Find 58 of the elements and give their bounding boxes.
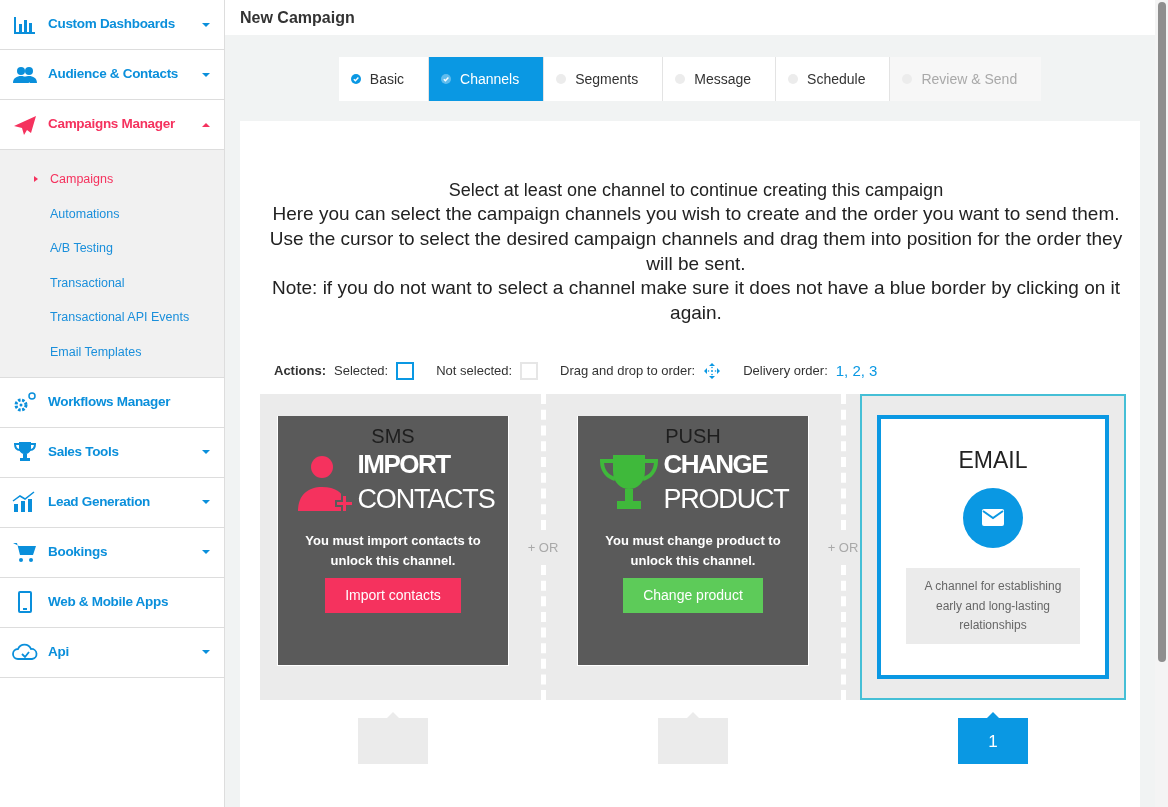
sidebar-item[interactable]: Bookings (0, 527, 224, 578)
pointer-icon (34, 176, 38, 183)
intro-text: Select at least one channel to continue creating this campaign (448, 179, 944, 202)
legend-text: Delivery order: (743, 362, 828, 381)
separator-text: + OR (527, 538, 559, 557)
channel-title: SMS (371, 426, 415, 447)
lock-message: You must change product to unlock this channel. (604, 532, 782, 571)
intro-text: Use the cursor to select the desired campaign channels and drag them into position for the order they will be sent. (268, 227, 1124, 276)
cart-icon (12, 541, 38, 564)
step-tab[interactable]: Basic (338, 57, 429, 101)
legend-label: Actions: (274, 362, 326, 381)
unlock-button[interactable]: Change product (623, 577, 763, 613)
unselected-square-icon (520, 362, 539, 381)
submenu-item[interactable]: Automations (0, 196, 224, 232)
sidebar-item[interactable]: Audience & Contacts (0, 50, 224, 100)
step-tab[interactable]: Segments (543, 57, 663, 101)
gears-icon (12, 391, 38, 414)
step-tab[interactable]: Channels (428, 57, 544, 101)
lock-message: You must import contacts to unlock this channel. (304, 532, 482, 571)
unlock-button[interactable]: Import contacts (325, 577, 461, 613)
lock-heading: PRODUCT (663, 483, 789, 517)
scrollbar-thumb[interactable] (1158, 2, 1166, 662)
legend-text: Drag and drop to order: (560, 362, 696, 381)
order-numbers: 1, 2, 3 (835, 360, 878, 381)
lock-heading: CHANGE (663, 448, 769, 482)
legend-text: Not selected: (436, 362, 513, 381)
trophy-icon (12, 441, 38, 464)
submenu-item[interactable]: Email Templates (0, 334, 224, 370)
submenu-item[interactable]: Transactional (0, 265, 224, 301)
sidebar-item[interactable]: Custom Dashboards (0, 0, 224, 50)
channel-slot[interactable]: PUSH CHANGE PRODUCT You must change product to unlock this channel. Change product (560, 394, 826, 701)
step-tab[interactable]: Message (662, 57, 776, 101)
lock-heading: IMPORT (357, 448, 452, 482)
channel-title: EMAIL (958, 449, 1028, 473)
sidebar-item[interactable]: Web & Mobile Apps (0, 577, 224, 628)
selected-square-icon (396, 362, 415, 381)
paper-plane-icon (12, 113, 38, 136)
channel-description: A channel for establishing early and long-lasting relationships (906, 568, 1080, 644)
channel-title: PUSH (665, 426, 721, 447)
submenu-item[interactable]: Transactional API Events (0, 300, 224, 335)
sidebar-item[interactable]: Sales Tools (0, 427, 224, 478)
intro-text: Note: if you do not want to select a channel make sure it does not have a blue border by clicking on it again. (270, 276, 1122, 326)
step-tab[interactable]: Schedule (775, 57, 890, 101)
sidebar-item[interactable]: Workflows Manager (0, 377, 224, 428)
intro-text: Here you can select the campaign channels you wish to create and the order you want to send them. (272, 202, 1120, 227)
channel-slot[interactable]: EMAIL A channel for establishing early and long-lasting relationships (860, 394, 1126, 701)
separator-text: + OR (827, 538, 859, 557)
channel-slot[interactable]: SMS IMPORT CONTACTS You must import contacts to unlock this channel. Import contacts (260, 394, 526, 701)
order-badge: 1 (958, 712, 1028, 765)
sidebar-item[interactable]: Api (0, 627, 224, 678)
sidebar-item[interactable]: Lead Generation (0, 477, 224, 528)
legend-text: Selected: (334, 362, 389, 381)
move-arrows-icon (703, 362, 722, 381)
envelope-icon (963, 488, 1023, 549)
submenu-item[interactable]: A/B Testing (0, 231, 224, 266)
page-title: New Campaign (225, 0, 1155, 35)
lock-heading: CONTACTS (357, 483, 495, 517)
submenu-item[interactable]: Campaigns (0, 162, 224, 197)
